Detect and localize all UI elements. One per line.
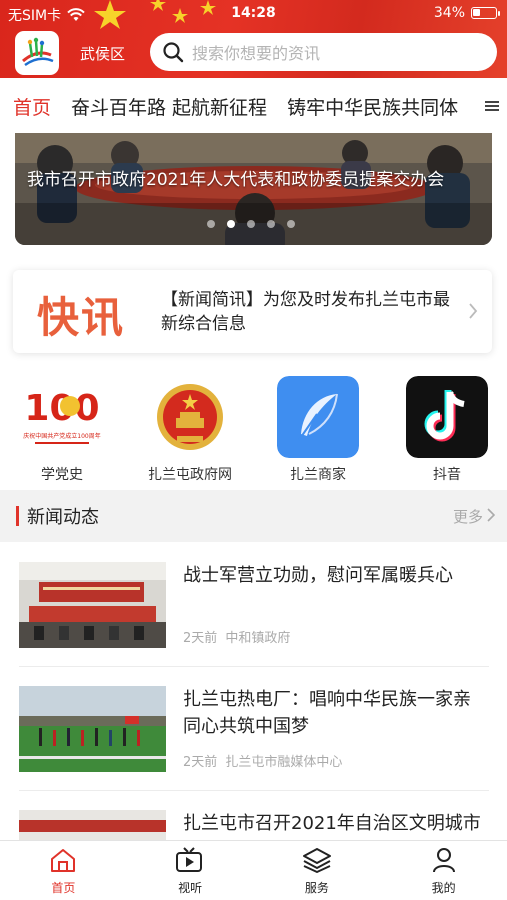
nav-home[interactable]: 首页 bbox=[0, 841, 127, 900]
chevron-right-icon bbox=[469, 303, 478, 319]
shortcut-merchants[interactable]: 扎兰商家 bbox=[263, 376, 373, 484]
flash-news-logo: 快讯 bbox=[37, 293, 126, 342]
status-time: 14:28 bbox=[231, 5, 276, 21]
news-title: 战士军营立功勋，慰问军属暖兵心 bbox=[183, 565, 453, 586]
news-thumbnail bbox=[19, 562, 166, 648]
shortcut-label: 学党史 bbox=[41, 467, 83, 483]
user-icon bbox=[432, 848, 455, 873]
news-title: 扎兰屯热电厂：唱响中华民族一家亲 同心共筑中国梦 bbox=[183, 689, 471, 737]
home-icon bbox=[51, 849, 76, 872]
news-source: 扎兰屯市融媒体中心 bbox=[225, 755, 343, 770]
shortcut-grid: 100 庆祝中国共产党成立100周年 学党史 扎兰屯政府网 bbox=[0, 376, 507, 486]
app-header: 无SIM卡 14:28 34% 武侯区 搜索你想要的资讯 bbox=[0, 0, 507, 78]
tab-struggle-century[interactable]: 奋斗百年路 起航新征程 bbox=[71, 93, 267, 120]
banner-dot[interactable] bbox=[287, 220, 295, 228]
chevron-right-icon bbox=[487, 508, 495, 522]
news-list-item[interactable]: 战士军营立功勋，慰问军属暖兵心 2天前 中和镇政府 bbox=[0, 562, 507, 686]
battery-icon bbox=[471, 7, 500, 19]
news-time: 2天前 bbox=[183, 755, 218, 770]
divider bbox=[19, 666, 489, 667]
tab-home[interactable]: 首页 bbox=[13, 93, 51, 120]
feather-icon bbox=[277, 376, 359, 458]
shortcut-label: 抖音 bbox=[433, 467, 461, 483]
party-100-icon: 100 庆祝中国共产党成立100周年 bbox=[21, 376, 103, 458]
nav-profile[interactable]: 我的 bbox=[380, 841, 507, 900]
shortcut-gov-site[interactable]: 扎兰屯政府网 bbox=[135, 376, 245, 484]
national-emblem-icon bbox=[149, 376, 231, 458]
shortcut-label: 扎兰商家 bbox=[290, 467, 346, 483]
section-accent-bar bbox=[16, 506, 19, 526]
tab-national-unity[interactable]: 铸牢中华民族共同体 bbox=[287, 93, 458, 120]
news-meta: 2天前 中和镇政府 bbox=[183, 627, 290, 646]
menu-icon bbox=[485, 101, 499, 111]
flash-news-text: 【新闻简讯】为您及时发布扎兰屯市最新综合信息 bbox=[161, 290, 450, 334]
nav-label: 服务 bbox=[304, 881, 329, 895]
divider bbox=[19, 790, 489, 791]
more-link[interactable]: 更多 bbox=[453, 506, 483, 527]
search-icon bbox=[163, 42, 184, 63]
party-100-caption: 庆祝中国共产党成立100周年 bbox=[23, 432, 100, 440]
banner-dot[interactable] bbox=[267, 220, 275, 228]
news-thumbnail bbox=[19, 686, 166, 772]
shortcut-party-history[interactable]: 100 庆祝中国共产党成立100周年 学党史 bbox=[7, 376, 117, 484]
flash-news-card[interactable]: 快讯 【新闻简讯】为您及时发布扎兰屯市最新综合信息 bbox=[13, 270, 492, 353]
nav-label: 视听 bbox=[178, 881, 203, 895]
banner-pagination bbox=[207, 220, 295, 228]
nav-services[interactable]: 服务 bbox=[254, 841, 381, 900]
banner-dot[interactable] bbox=[247, 220, 255, 228]
banner-dot[interactable] bbox=[207, 220, 215, 228]
video-icon bbox=[176, 847, 203, 872]
news-source: 中和镇政府 bbox=[225, 631, 291, 646]
bottom-navigation: 首页 视听 服务 我的 bbox=[0, 840, 507, 900]
banner-caption: 我市召开市政府2021年人大代表和政协委员提案交办会 bbox=[27, 170, 445, 190]
battery-level-fill bbox=[473, 9, 480, 16]
tiktok-icon bbox=[406, 376, 488, 458]
status-bar: 无SIM卡 14:28 34% bbox=[0, 0, 507, 28]
news-time: 2天前 bbox=[183, 631, 218, 646]
status-right: 34% bbox=[433, 5, 500, 21]
battery-percent: 34% bbox=[433, 5, 465, 21]
tabs-menu-button[interactable] bbox=[477, 80, 507, 132]
search-placeholder: 搜索你想要的资讯 bbox=[192, 44, 321, 63]
channel-tabs: 首页 奋斗百年路 起航新征程 铸牢中华民族共同体 bbox=[0, 80, 507, 132]
banner-dot-active[interactable] bbox=[227, 220, 235, 228]
shortcut-douyin[interactable]: 抖音 bbox=[392, 376, 502, 484]
section-title: 新闻动态 bbox=[27, 507, 99, 528]
nav-label: 我的 bbox=[431, 881, 456, 895]
layers-icon bbox=[302, 848, 331, 873]
app-logo[interactable] bbox=[15, 31, 59, 75]
nav-video[interactable]: 视听 bbox=[127, 841, 254, 900]
banner-carousel[interactable]: 我市召开市政府2021年人大代表和政协委员提案交办会 bbox=[15, 133, 492, 245]
app-logo-mark-icon bbox=[22, 37, 54, 67]
city-selector[interactable]: 武侯区 bbox=[80, 43, 125, 64]
news-list-item[interactable]: 扎兰屯热电厂：唱响中华民族一家亲 同心共筑中国梦 2天前 扎兰屯市融媒体中心 bbox=[0, 686, 507, 810]
news-section-header: 新闻动态 更多 bbox=[0, 490, 507, 542]
news-meta: 2天前 扎兰屯市融媒体中心 bbox=[183, 751, 342, 770]
search-bar[interactable]: 搜索你想要的资讯 bbox=[150, 33, 497, 71]
nav-label: 首页 bbox=[51, 881, 76, 895]
shortcut-label: 扎兰屯政府网 bbox=[148, 467, 232, 483]
